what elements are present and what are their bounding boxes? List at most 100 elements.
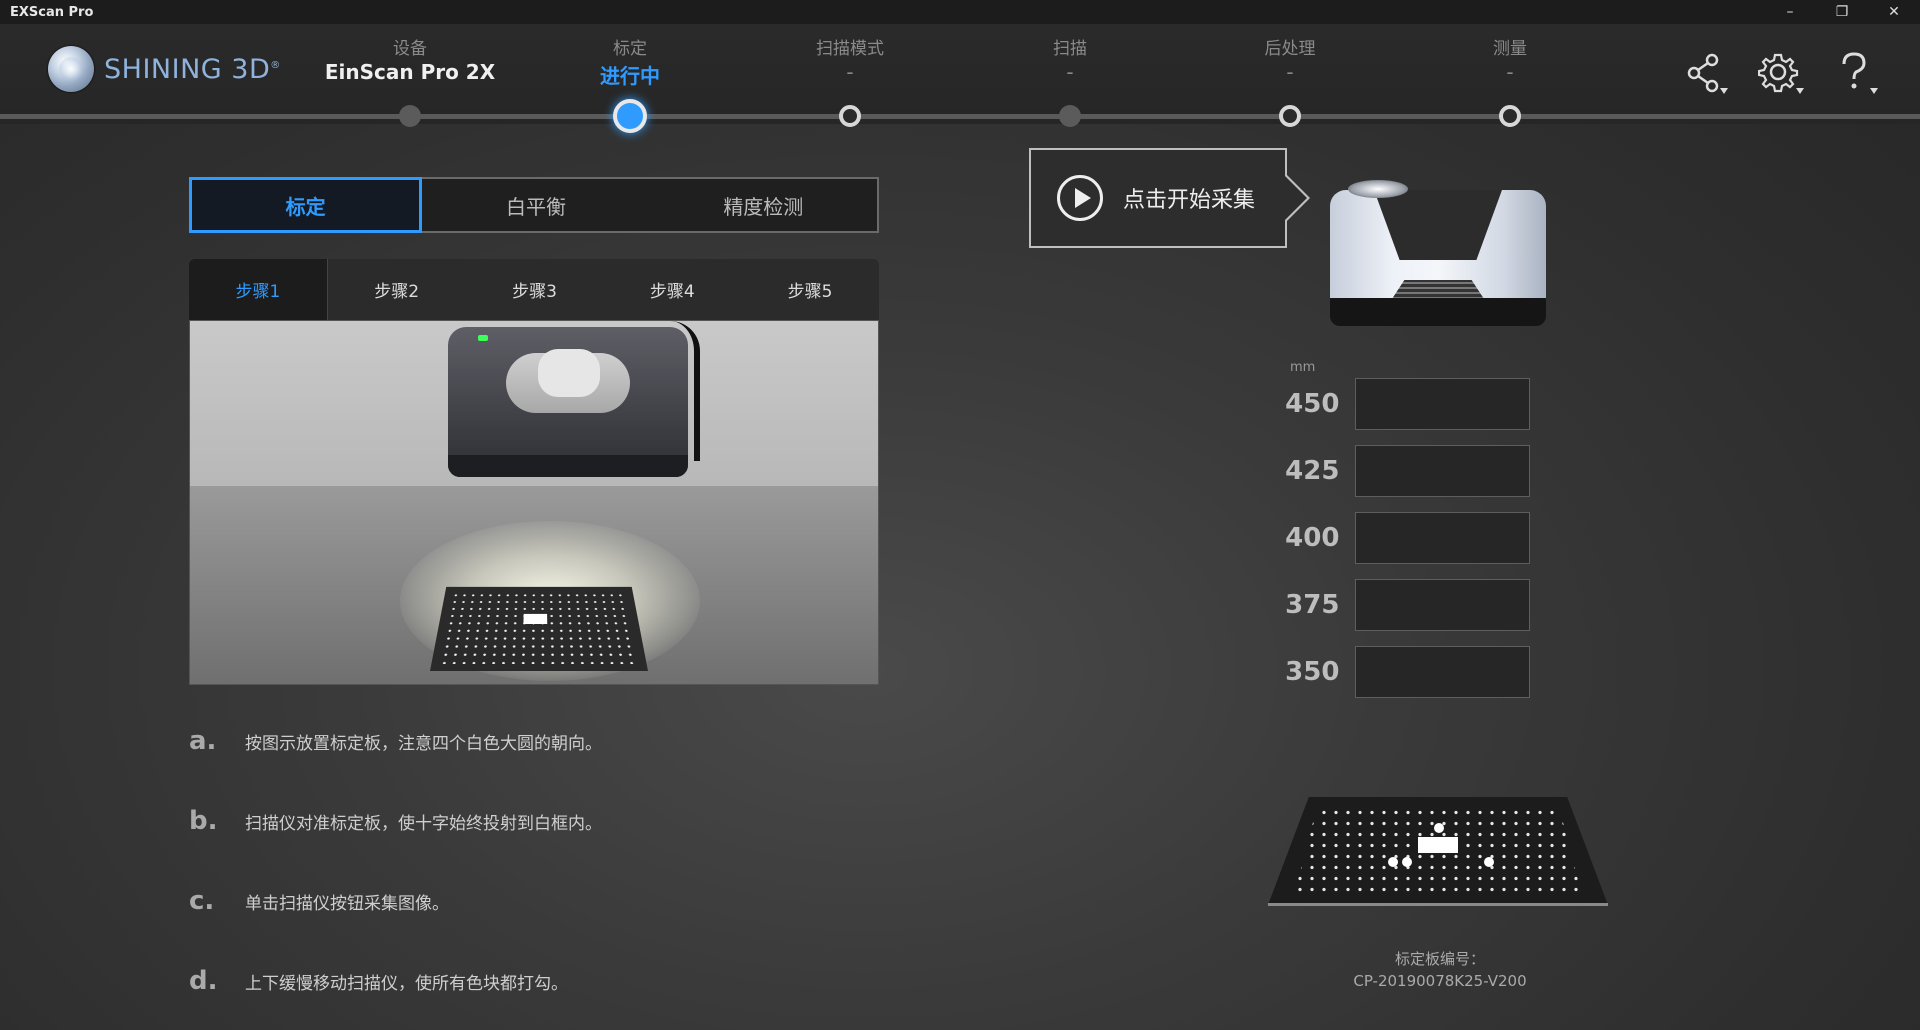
tab-white-balance[interactable]: 白平衡 — [422, 179, 649, 231]
step-value: 进行中 — [600, 64, 660, 88]
board-big-dot — [1434, 823, 1444, 833]
distance-status-box — [1355, 646, 1530, 698]
step-label: 设备 — [393, 39, 427, 59]
instruction-letter: d. — [189, 966, 218, 996]
step-label: 扫描 — [1053, 39, 1087, 59]
header-toolbar — [1682, 50, 1880, 96]
instruction-d: d. 上下缓慢移动扫描仪，使所有色块都打勾。 — [189, 966, 889, 996]
instruction-text: 扫描仪对准标定板，使十字始终投射到白框内。 — [245, 813, 602, 834]
play-icon — [1057, 175, 1103, 221]
window-controls: – ❐ ✕ — [1764, 0, 1920, 24]
step-value: - — [1066, 60, 1074, 84]
scanner-model-image — [1330, 180, 1546, 330]
distance-value: 400 — [1285, 523, 1340, 553]
step-value: - — [846, 60, 854, 84]
board-center-rect — [1418, 837, 1458, 853]
tab-calibration[interactable]: 标定 — [189, 177, 423, 233]
tab-step-3[interactable]: 步骤3 — [466, 259, 604, 320]
instruction-b: b. 扫描仪对准标定板，使十字始终投射到白框内。 — [189, 806, 889, 836]
minimize-button[interactable]: – — [1764, 0, 1816, 24]
progress-line — [0, 114, 1920, 119]
scanner-bottom — [448, 455, 688, 477]
close-button[interactable]: ✕ — [1868, 0, 1920, 24]
step-device[interactable]: 设备 EinScan Pro 2X — [320, 34, 500, 86]
step-node-measure[interactable] — [1499, 105, 1521, 127]
step-node-scan-mode[interactable] — [839, 105, 861, 127]
instruction-c: c. 单击扫描仪按钮采集图像。 — [189, 886, 889, 916]
step-calibration[interactable]: 标定 进行中 — [540, 34, 720, 88]
window-titlebar: EXScan Pro – ❐ ✕ — [0, 0, 1920, 24]
step-tab-bar: 步骤1 步骤2 步骤3 步骤4 步骤5 — [189, 259, 879, 320]
distance-unit: mm — [1290, 360, 1316, 375]
tab-step-2[interactable]: 步骤2 — [328, 259, 466, 320]
header: SHINING 3D® 设备 EinScan Pro 2X 标定 进行中 扫描模… — [0, 24, 1920, 133]
step-post-process[interactable]: 后处理 - — [1200, 34, 1380, 86]
restore-button[interactable]: ❐ — [1816, 0, 1868, 24]
distance-status-box — [1355, 445, 1530, 497]
step-value: - — [1506, 60, 1514, 84]
step-scan[interactable]: 扫描 - — [980, 34, 1160, 86]
step-label: 测量 — [1493, 39, 1527, 59]
workflow-steps: 设备 EinScan Pro 2X 标定 进行中 扫描模式 - 扫描 - 后处理… — [0, 24, 1920, 133]
distance-row: 425 — [1270, 445, 1530, 497]
instruction-letter: c. — [189, 886, 215, 916]
board-edge — [1268, 903, 1608, 906]
step-label: 标定 — [613, 39, 647, 59]
instruction-text: 上下缓慢移动扫描仪，使所有色块都打勾。 — [245, 973, 568, 994]
calibration-board-image — [1268, 797, 1608, 909]
step-scan-mode[interactable]: 扫描模式 - — [760, 34, 940, 86]
board-center-rect — [523, 613, 548, 625]
instruction-text: 单击扫描仪按钮采集图像。 — [245, 893, 449, 914]
photo-scanner — [448, 327, 688, 477]
step-node-calibration[interactable] — [613, 99, 647, 133]
share-icon[interactable] — [1682, 50, 1728, 96]
app-title: EXScan Pro — [10, 4, 94, 20]
distance-status-box — [1355, 512, 1530, 564]
main-tab-bar: 标定 白平衡 精度检测 — [189, 177, 879, 233]
step-measure[interactable]: 测量 - — [1420, 34, 1600, 86]
start-capture-button[interactable]: 点击开始采集 — [1029, 148, 1287, 248]
board-big-dot — [1484, 857, 1494, 867]
step-node-post-process[interactable] — [1279, 105, 1301, 127]
tab-step-4[interactable]: 步骤4 — [603, 259, 741, 320]
distance-status-box — [1355, 378, 1530, 430]
start-button-arrow-inner — [1285, 176, 1307, 220]
distance-row: 350 — [1270, 646, 1530, 698]
step-value: - — [1286, 60, 1294, 84]
instruction-text: 按图示放置标定板，注意四个白色大圆的朝向。 — [245, 733, 602, 754]
board-id-code: CP-20190078K25-V200 — [1353, 972, 1527, 990]
distance-row: 400 — [1270, 512, 1530, 564]
start-capture-label: 点击开始采集 — [1123, 188, 1256, 213]
board-big-dot — [1388, 857, 1398, 867]
board-id-caption: 标定板编号： — [1394, 950, 1485, 968]
tab-accuracy-check[interactable]: 精度检测 — [650, 179, 877, 231]
distance-value: 350 — [1285, 657, 1340, 687]
board-id-label: 标定板编号： CP-20190078K25-V200 — [1270, 948, 1610, 992]
distance-value: 425 — [1285, 456, 1340, 486]
status-led — [478, 335, 488, 341]
instruction-photo — [189, 320, 879, 685]
step-label: 扫描模式 — [816, 39, 884, 59]
step-node-scan[interactable] — [1059, 105, 1081, 127]
step-label: 后处理 — [1264, 39, 1316, 59]
tab-step-5[interactable]: 步骤5 — [741, 259, 879, 320]
scanner-base — [1330, 298, 1546, 326]
distance-status-box — [1355, 579, 1530, 631]
step-node-device[interactable] — [399, 105, 421, 127]
board-big-dot — [1402, 857, 1412, 867]
distance-row: 450 — [1270, 378, 1530, 430]
photo-calibration-board — [430, 586, 648, 671]
scanner-lens — [1348, 180, 1408, 198]
instruction-letter: a. — [189, 726, 217, 756]
distance-value: 375 — [1285, 590, 1340, 620]
board-dots — [439, 592, 639, 665]
instruction-a: a. 按图示放置标定板，注意四个白色大圆的朝向。 — [189, 726, 889, 756]
distance-row: 375 — [1270, 579, 1530, 631]
distance-value: 450 — [1285, 389, 1340, 419]
tab-step-1[interactable]: 步骤1 — [189, 259, 328, 320]
step-value: EinScan Pro 2X — [324, 60, 496, 84]
gear-icon[interactable] — [1757, 50, 1804, 96]
instruction-letter: b. — [189, 806, 218, 836]
hand — [538, 349, 600, 397]
help-icon[interactable] — [1834, 50, 1880, 96]
